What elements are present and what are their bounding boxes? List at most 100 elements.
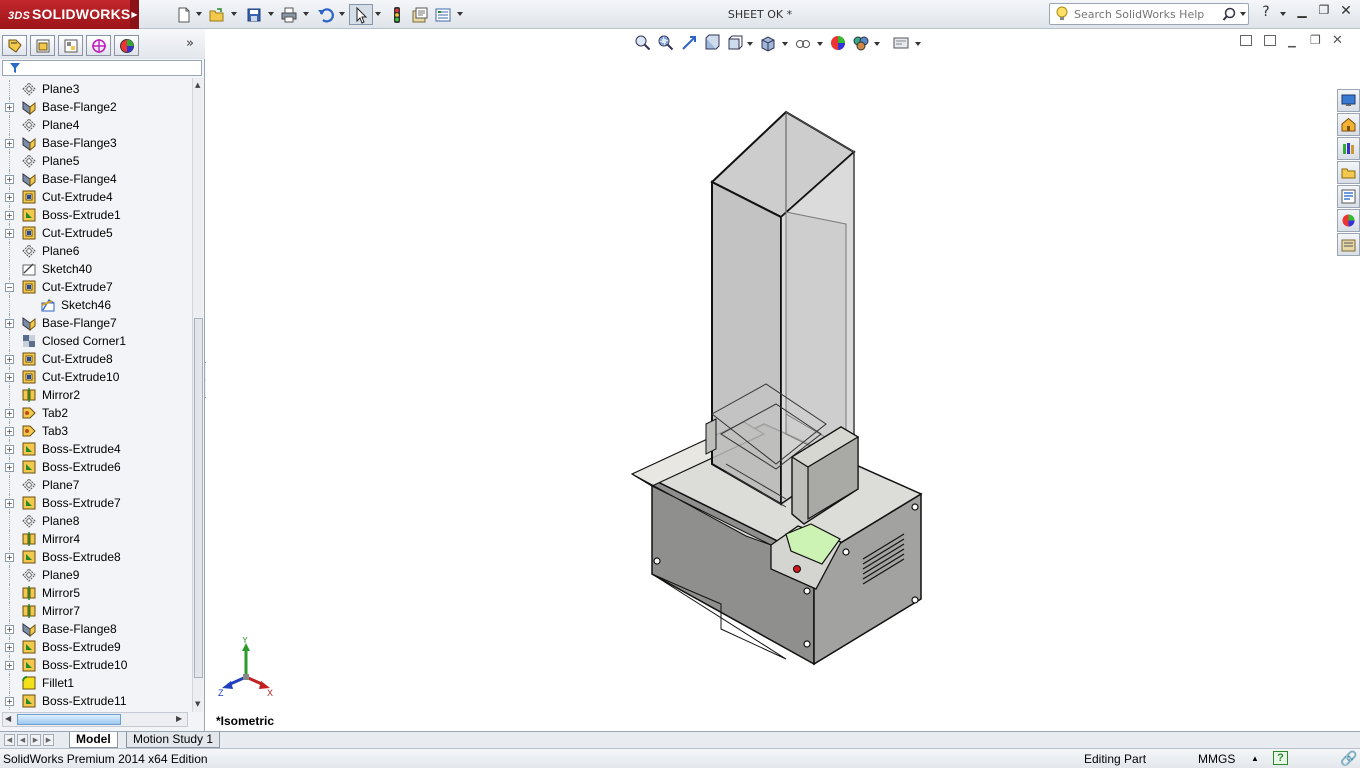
feature-tree-item[interactable]: + Boss-Extrude4 [0, 440, 192, 458]
expand-icon[interactable]: + [5, 175, 14, 184]
next-tab-icon[interactable]: ▶ [30, 734, 41, 746]
minimize-icon[interactable]: ▁ [1293, 4, 1311, 18]
configuration-manager-icon[interactable] [58, 35, 83, 56]
help-icon[interactable]: ? [1257, 4, 1275, 20]
feature-tree-item[interactable]: Mirror7 [0, 602, 192, 620]
section-view-icon[interactable] [703, 34, 721, 52]
feature-tree-item[interactable]: + Boss-Extrude9 [0, 638, 192, 656]
feature-tree-item[interactable]: Plane4 [0, 116, 192, 134]
expand-icon[interactable]: + [5, 211, 14, 220]
expand-icon[interactable]: + [5, 139, 14, 148]
print-icon[interactable] [277, 4, 301, 25]
feature-tree-item[interactable]: Plane6 [0, 242, 192, 260]
print-dropdown-icon[interactable] [303, 12, 309, 16]
expand-icon[interactable]: + [5, 499, 14, 508]
feature-tree-item[interactable]: + Boss-Extrude6 [0, 458, 192, 476]
hide-show-dropdown-icon[interactable] [817, 42, 823, 46]
tab-motion-study[interactable]: Motion Study 1 [126, 732, 221, 748]
help-dropdown-icon[interactable] [1280, 12, 1286, 16]
feature-tree-item[interactable]: + Cut-Extrude5 [0, 224, 192, 242]
select-dropdown-icon[interactable] [375, 12, 381, 16]
graphics-area[interactable]: ▁ ❐ ✕ Y X Z *Isometric [206, 29, 1354, 732]
feature-tree-item[interactable]: Sketch40 [0, 260, 192, 278]
viewport-close-icon[interactable]: ✕ [1332, 33, 1343, 48]
property-manager-icon[interactable] [30, 35, 55, 56]
feature-tree-item[interactable]: Plane7 [0, 476, 192, 494]
collapse-icon[interactable]: − [5, 283, 14, 292]
scroll-left-icon[interactable]: ◀ [5, 714, 11, 723]
help-status-icon[interactable]: ? [1273, 751, 1288, 765]
expand-icon[interactable]: + [5, 553, 14, 562]
undo-icon[interactable] [313, 4, 337, 25]
feature-tree-item[interactable]: + Base-Flange8 [0, 620, 192, 638]
appearances-icon[interactable] [1337, 209, 1360, 232]
display-style-dropdown-icon[interactable] [782, 42, 788, 46]
home-icon[interactable] [1337, 113, 1360, 136]
feature-tree-item[interactable]: Mirror5 [0, 584, 192, 602]
design-library-icon[interactable] [1337, 137, 1360, 160]
rebuild-status-icon[interactable]: 🔗 [1340, 750, 1357, 767]
view-orientation-icon[interactable] [726, 34, 744, 52]
view-settings-dropdown-icon[interactable] [915, 42, 921, 46]
panel-more-icon[interactable]: » [186, 36, 194, 51]
expand-icon[interactable]: + [5, 463, 14, 472]
restore-icon[interactable]: ❐ [1315, 3, 1333, 17]
view-orientation-dropdown-icon[interactable] [747, 42, 753, 46]
rebuild-icon[interactable] [385, 4, 409, 25]
feature-tree-item[interactable]: + Tab2 [0, 404, 192, 422]
feature-tree-item[interactable]: Mirror2 [0, 386, 192, 404]
3d-model-printer[interactable] [626, 104, 946, 669]
tab-model[interactable]: Model [69, 732, 118, 748]
feature-tree-item[interactable]: + Base-Flange3 [0, 134, 192, 152]
tree-vertical-scrollbar[interactable]: ▲ ▼ [192, 78, 203, 712]
solidworks-logo[interactable]: 3DS SOLIDWORKS [0, 0, 130, 29]
dimxpert-icon[interactable] [86, 35, 111, 56]
apply-scene-icon[interactable] [852, 34, 870, 52]
previous-view-icon[interactable] [680, 34, 698, 52]
feature-tree-item[interactable]: − Cut-Extrude7 [0, 278, 192, 296]
feature-tree-item[interactable]: Mirror4 [0, 530, 192, 548]
units-selector[interactable]: MMGS [1198, 752, 1235, 766]
expand-icon[interactable]: + [5, 319, 14, 328]
expand-icon[interactable]: + [5, 355, 14, 364]
feature-tree-item[interactable]: Plane9 [0, 566, 192, 584]
last-tab-icon[interactable]: ▶ [43, 734, 54, 746]
options-dropdown-icon[interactable] [457, 12, 463, 16]
feature-manager-icon[interactable] [2, 35, 27, 56]
feature-tree-item[interactable]: + Tab3 [0, 422, 192, 440]
feature-tree-item[interactable]: + Base-Flange2 [0, 98, 192, 116]
units-dropdown-icon[interactable]: ▲ [1251, 754, 1259, 763]
feature-tree-item[interactable]: + Boss-Extrude1 [0, 206, 192, 224]
search-icon[interactable] [1222, 7, 1237, 22]
expand-icon[interactable]: + [5, 193, 14, 202]
tree-horizontal-scroll-thumb[interactable] [17, 714, 121, 725]
select-icon[interactable] [349, 4, 373, 25]
menu-expand-arrow-icon[interactable]: ▶ [130, 0, 139, 29]
display-style-icon[interactable] [759, 34, 777, 52]
feature-tree-item[interactable]: Sketch46 [0, 296, 192, 314]
expand-icon[interactable]: + [5, 409, 14, 418]
edit-appearance-icon[interactable] [829, 34, 847, 52]
feature-tree-item[interactable]: + Boss-Extrude7 [0, 494, 192, 512]
zoom-to-area-icon[interactable] [657, 34, 675, 52]
expand-icon[interactable]: + [5, 103, 14, 112]
display-manager-icon[interactable] [114, 35, 139, 56]
expand-icon[interactable]: + [5, 643, 14, 652]
scroll-down-icon[interactable]: ▼ [195, 700, 200, 708]
save-dropdown-icon[interactable] [268, 12, 274, 16]
previous-tab-icon[interactable]: ◀ [17, 734, 28, 746]
zoom-to-fit-icon[interactable] [634, 34, 652, 52]
tree-vertical-scroll-thumb[interactable] [194, 318, 203, 678]
undo-dropdown-icon[interactable] [339, 12, 345, 16]
new-dropdown-icon[interactable] [196, 12, 202, 16]
first-tab-icon[interactable]: ◀ [4, 734, 15, 746]
feature-tree-item[interactable]: + Boss-Extrude8 [0, 548, 192, 566]
apply-scene-dropdown-icon[interactable] [874, 42, 880, 46]
expand-icon[interactable]: + [5, 661, 14, 670]
solidworks-resources-icon[interactable] [1337, 89, 1360, 112]
feature-tree-item[interactable]: + Boss-Extrude11 [0, 692, 192, 710]
feature-tree-item[interactable]: Plane8 [0, 512, 192, 530]
expand-icon[interactable]: + [5, 625, 14, 634]
expand-icon[interactable]: + [5, 373, 14, 382]
viewport-minimize-icon[interactable]: ▁ [1288, 37, 1296, 48]
